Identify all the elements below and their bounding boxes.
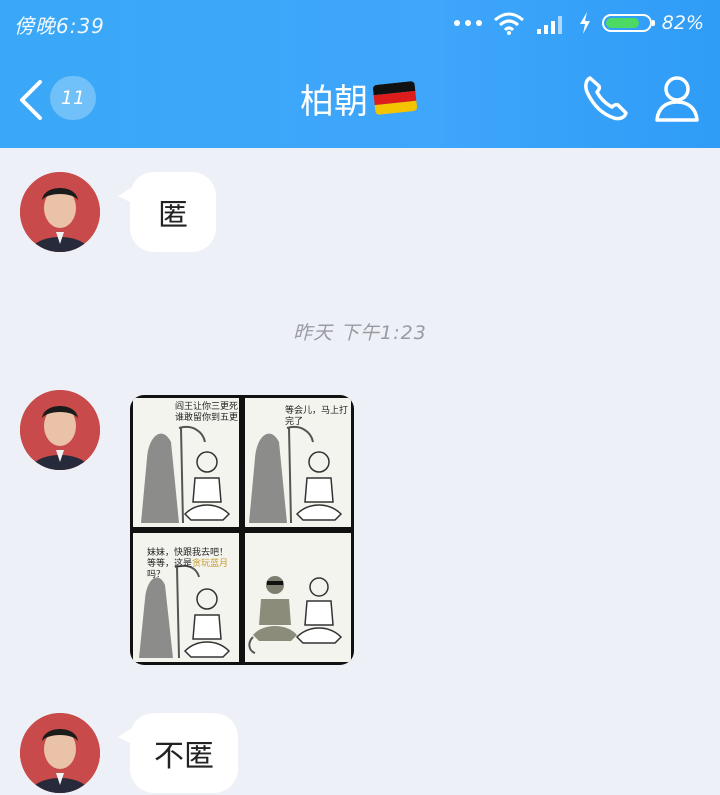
comic-panel-3: 妹妹，快跟我去吧！ 等等，这是贪玩蓝月吗？ (133, 533, 239, 662)
avatar[interactable] (20, 390, 100, 470)
battery-icon (601, 14, 655, 32)
person-portrait-icon (20, 713, 100, 793)
comic-caption: 妹妹，快跟我去吧！ 等等，这是贪玩蓝月吗？ (147, 548, 229, 580)
person-portrait-icon (20, 172, 100, 252)
avatar[interactable] (20, 172, 100, 252)
chat-title[interactable]: 柏朝 (300, 74, 418, 122)
status-icons: 82% (453, 8, 704, 38)
message-text: 匿 (158, 198, 188, 233)
wifi-icon (493, 12, 524, 35)
chat-title-text: 柏朝 (300, 81, 368, 122)
reaper-and-gamer-icon (248, 576, 343, 654)
signal-icon (536, 16, 562, 34)
chevron-left-icon[interactable] (12, 78, 52, 122)
more-dots-icon (453, 20, 482, 26)
status-time: 傍晚6:39 (14, 14, 105, 38)
message-bubble[interactable]: 不匿 (118, 713, 238, 793)
message-timestamp: 昨天 下午1:23 (293, 322, 427, 344)
battery-percent: 82% (661, 12, 704, 34)
message-bubble[interactable]: 匿 (118, 172, 216, 252)
phone-call-icon[interactable] (580, 72, 632, 124)
comic-caption: 阎王让你三更死 谁敢留你到五更 (175, 402, 239, 423)
charging-icon (579, 12, 590, 34)
avatar[interactable] (20, 713, 100, 793)
comic-caption: 等会儿，马上打完了 (285, 406, 349, 427)
profile-icon[interactable] (652, 72, 702, 124)
unread-count-badge[interactable]: 11 (50, 76, 96, 120)
comic-panel-4 (245, 533, 351, 662)
message-text: 不匿 (154, 739, 214, 774)
top-bar: 傍晚6:39 82% 11 柏朝 (0, 0, 720, 148)
person-portrait-icon (20, 390, 100, 470)
image-message[interactable]: 阎王让你三更死 谁敢留你到五更 等会儿，马上打完了 妹妹，快跟我去吧！ 等等，这… (130, 395, 354, 665)
comic-panel-2: 等会儿，马上打完了 (245, 398, 351, 527)
german-flag-icon (372, 80, 418, 116)
comic-panel-1: 阎王让你三更死 谁敢留你到五更 (133, 398, 239, 527)
